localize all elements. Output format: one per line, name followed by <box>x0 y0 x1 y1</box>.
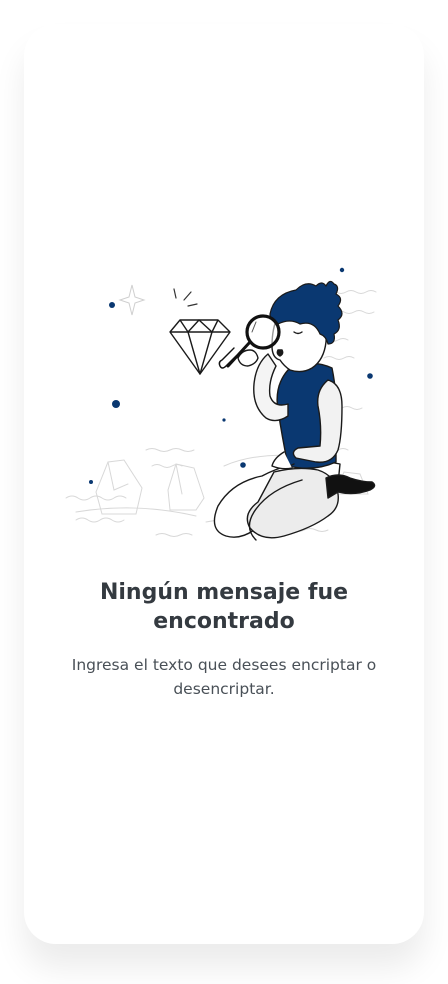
search-person-illustration <box>65 267 377 541</box>
empty-state-card: Ningún mensaje fue encontrado Ingresa el… <box>24 24 424 944</box>
empty-state-title: Ningún mensaje fue encontrado <box>99 580 349 634</box>
empty-state-message: Ingresa el texto que desees encriptar o … <box>71 656 377 698</box>
